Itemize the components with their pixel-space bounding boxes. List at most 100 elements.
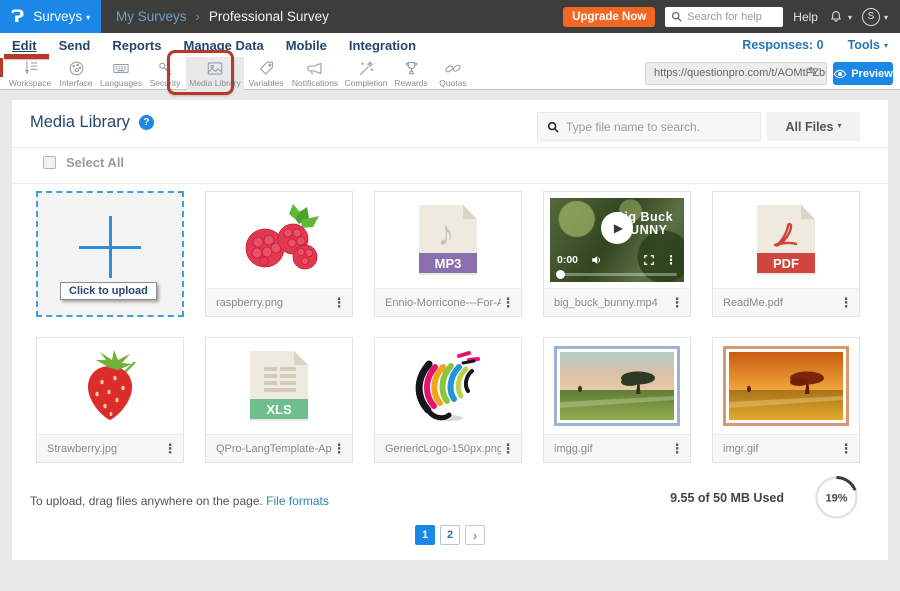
divider [12,147,888,148]
page-title: Media Library ? [30,113,154,132]
tab-send[interactable]: Send [59,38,91,53]
questionpro-logo-icon: Ɂ [11,7,24,27]
tool-media-library[interactable]: Media Library [186,57,244,90]
svg-text:XLS: XLS [266,402,292,417]
svg-text:MP3: MP3 [435,256,462,271]
media-card-xls[interactable]: XLS QPro-LangTemplate-April... ⋮ [205,337,353,463]
tab-reports[interactable]: Reports [112,38,161,53]
media-search[interactable] [537,112,761,141]
upload-tooltip: Click to upload [60,282,157,300]
picture-frame [554,346,680,426]
bell-icon [828,9,844,25]
next-page-button[interactable]: › [465,525,485,545]
eye-icon [833,69,847,79]
card-menu-icon[interactable]: ⋮ [670,441,684,457]
file-name: imgr.gif [723,443,839,455]
media-card-imgr[interactable]: imgr.gif ⋮ [712,337,860,463]
tool-workspace[interactable]: Workspace [6,57,54,90]
select-all-row: Select All [43,155,124,170]
tool-notifications[interactable]: Notifications [288,57,342,90]
breadcrumb: My Surveys › Professional Survey [116,9,329,24]
tool-variables[interactable]: Variables [244,57,288,90]
tool-security[interactable]: Security [144,57,186,90]
workspace-icon [21,59,40,77]
media-card-video[interactable]: Big Buck BUNNY ▶ 0:00 ⋮ big_buck_bunny.m… [543,191,691,317]
search-icon [671,11,682,22]
fullscreen-icon[interactable] [643,254,655,266]
tool-interface[interactable]: Interface [54,57,98,90]
media-library-panel: Media Library ? All Files Select All Cli… [12,100,888,560]
survey-nav: Edit Send Reports Manage Data Mobile Int… [0,33,900,57]
preview-button[interactable]: Preview [833,62,893,85]
card-menu-icon[interactable]: ⋮ [501,441,515,457]
help-search[interactable] [665,7,783,27]
search-icon [547,121,559,133]
notifications-bell[interactable] [828,9,852,25]
video-menu-icon[interactable]: ⋮ [665,253,677,267]
tab-edit[interactable]: Edit [12,38,37,53]
play-button[interactable]: ▶ [601,212,633,244]
strawberry-thumbnail [37,338,183,434]
tool-completion[interactable]: Completion [342,57,390,90]
video-progress-bar[interactable] [557,273,677,276]
music-note-icon: ♪ [438,215,455,253]
tab-manage-data[interactable]: Manage Data [183,38,263,53]
divider [12,183,888,184]
upload-card[interactable]: Click to upload [36,191,184,317]
media-card-imgg[interactable]: imgg.gif ⋮ [543,337,691,463]
select-all-checkbox[interactable] [43,156,56,169]
file-name: QPro-LangTemplate-April... [216,443,332,455]
media-card-raspberry[interactable]: raspberry.png ⋮ [205,191,353,317]
surveys-menu[interactable]: Ɂ Surveys [0,0,101,33]
tools-dropdown[interactable]: Tools [848,38,888,52]
annotation-left-tick [0,58,3,77]
media-card-pdf[interactable]: PDF ReadMe.pdf ⋮ [712,191,860,317]
file-formats-link[interactable]: File formats [266,494,329,508]
tool-quotas[interactable]: Quotas [432,57,474,90]
card-menu-icon[interactable]: ⋮ [839,295,853,311]
file-name: ReadMe.pdf [723,297,839,309]
help-search-input[interactable] [687,11,775,23]
tab-mobile[interactable]: Mobile [286,38,327,53]
help-link[interactable]: Help [793,10,818,24]
video-time: 0:00 [557,254,578,266]
card-menu-icon[interactable]: ⋮ [501,295,515,311]
upload-hint: To upload, drag files anywhere on the pa… [30,494,329,508]
avatar[interactable]: S [862,8,880,26]
megaphone-icon [305,59,325,77]
image-icon [205,59,225,77]
surveys-dropdown-label[interactable]: Surveys [33,9,90,24]
card-menu-icon[interactable]: ⋮ [332,295,346,311]
media-card-strawberry[interactable]: Strawberry.jpg ⋮ [36,337,184,463]
survey-url-field[interactable]: https://questionpro.com/t/AOMtFZb6M [645,62,827,85]
upgrade-now-button[interactable]: Upgrade Now [563,7,655,27]
breadcrumb-my-surveys[interactable]: My Surveys [116,9,187,24]
file-name: raspberry.png [216,297,332,309]
video-player[interactable]: Big Buck BUNNY ▶ 0:00 ⋮ [550,198,684,282]
page-1-button[interactable]: 1 [415,525,435,545]
breadcrumb-separator-icon: › [196,9,200,24]
storage-gauge: 19% [813,474,860,521]
card-menu-icon[interactable]: ⋮ [163,441,177,457]
card-menu-icon[interactable]: ⋮ [839,441,853,457]
card-menu-icon[interactable]: ⋮ [670,295,684,311]
tab-integration[interactable]: Integration [349,38,416,53]
tool-languages[interactable]: Languages [98,57,144,90]
page-2-button[interactable]: 2 [440,525,460,545]
media-card-mp3[interactable]: ♪ MP3 Ennio-Morricone---For-A-... ⋮ [374,191,522,317]
volume-icon[interactable] [590,254,603,266]
account-menu[interactable]: S [862,8,888,26]
tool-rewards[interactable]: Rewards [390,57,432,90]
media-search-input[interactable] [566,120,746,134]
top-header: Ɂ Surveys My Surveys › Professional Surv… [0,0,900,33]
edit-url-pencil-icon[interactable]: ✎ [808,65,817,78]
card-menu-icon[interactable]: ⋮ [332,441,346,457]
file-type-filter[interactable]: All Files [767,112,860,141]
help-question-icon[interactable]: ? [139,115,154,130]
key-icon [156,59,175,77]
mp3-file-icon: ♪ MP3 [375,192,521,288]
play-icon: ▶ [614,221,623,235]
media-grid: Click to upload raspberry. [36,191,860,463]
progress-knob[interactable] [556,270,565,279]
media-card-logo[interactable]: GenericLogo-150px.png ⋮ [374,337,522,463]
